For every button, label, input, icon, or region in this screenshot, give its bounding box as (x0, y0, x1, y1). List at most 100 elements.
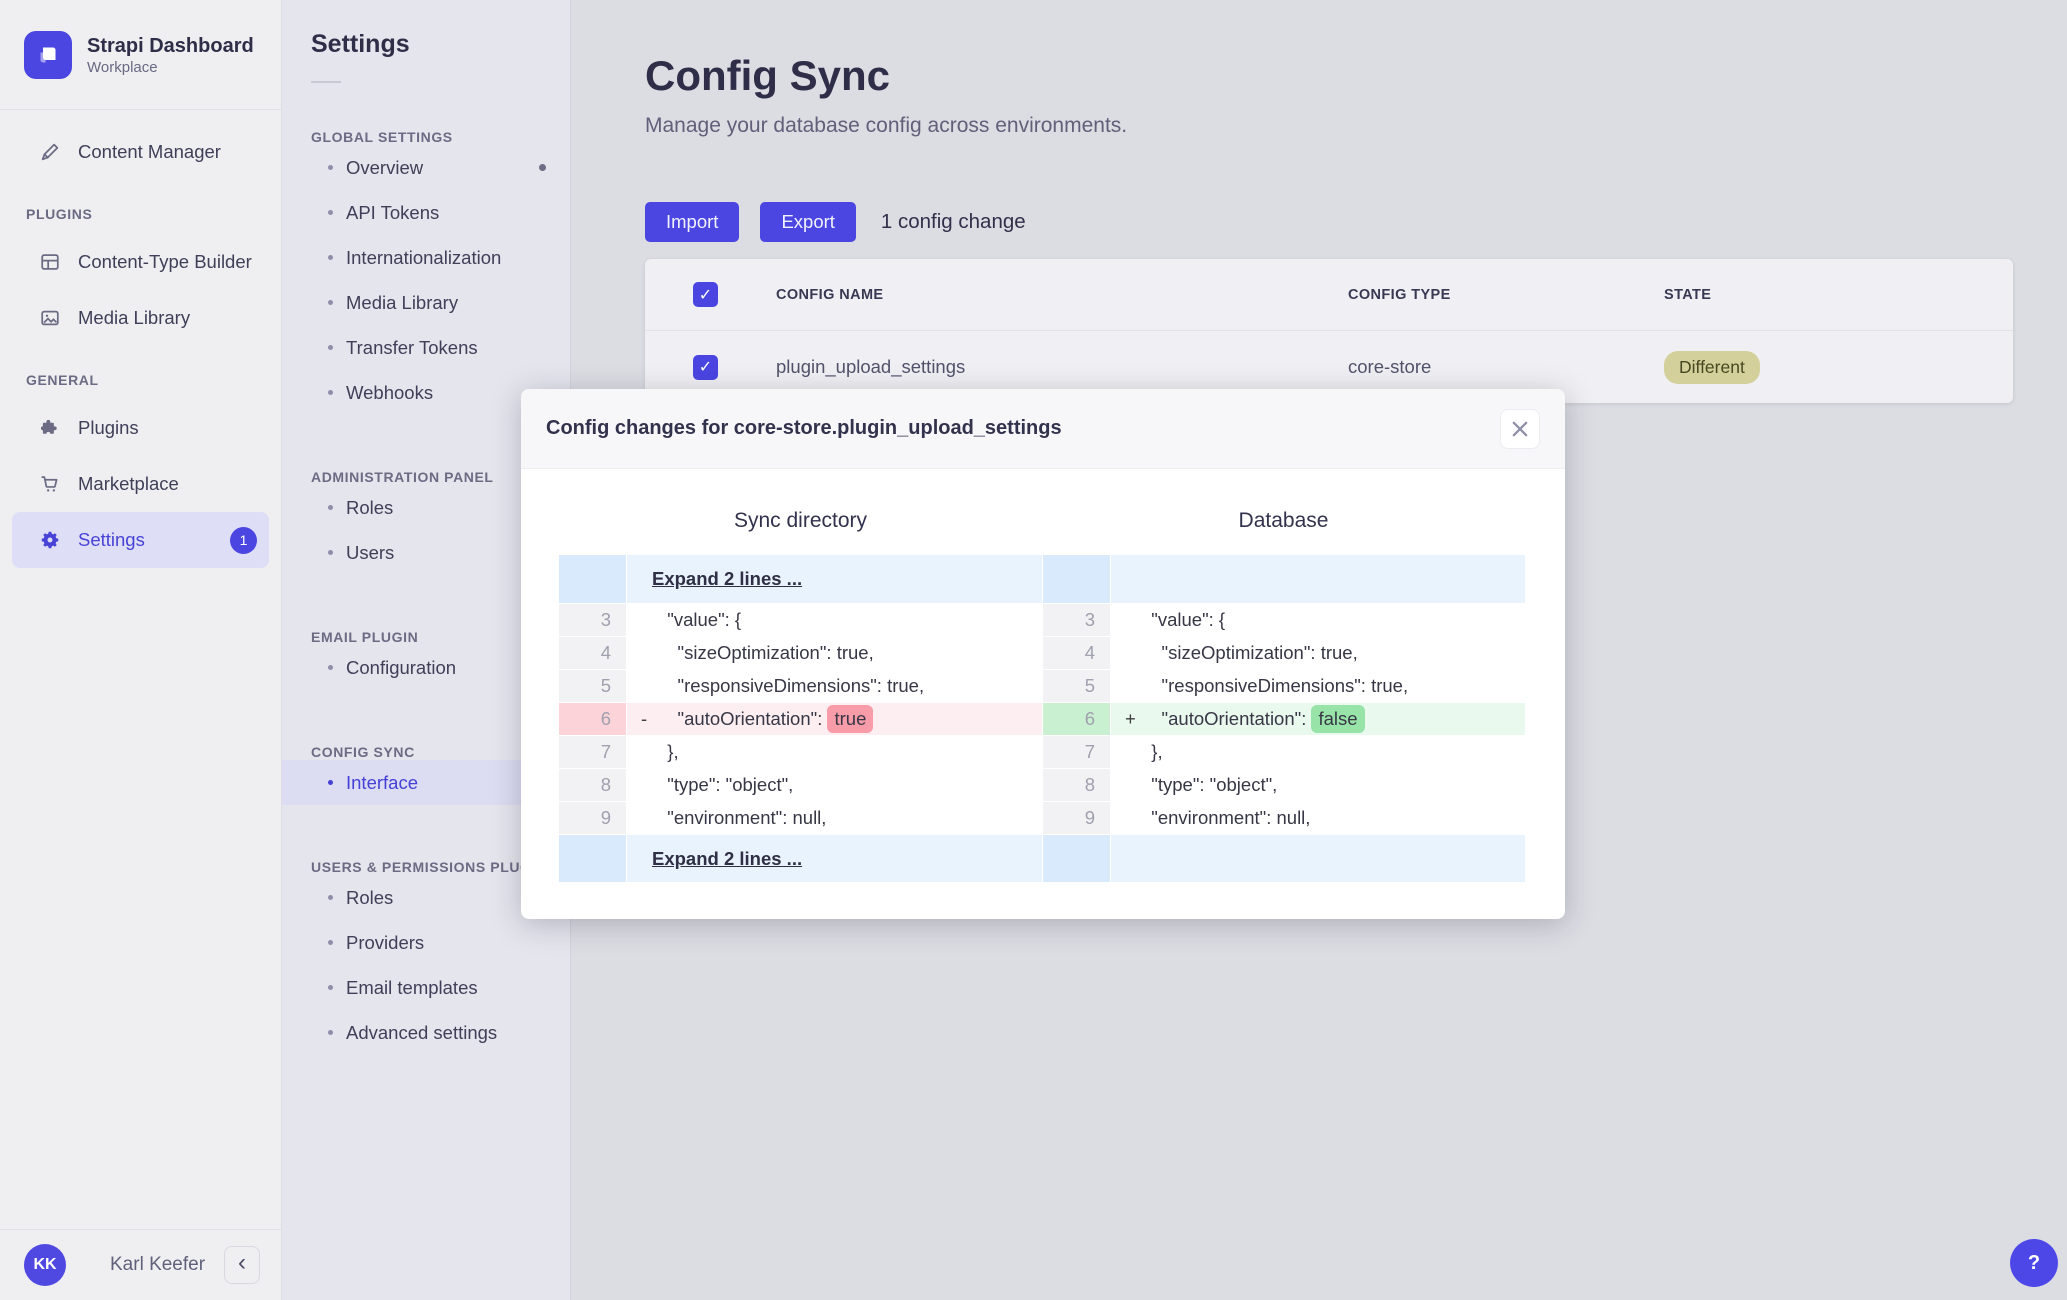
sidebar-item-label: Plugins (78, 417, 139, 438)
config-diff-modal: Config changes for core-store.plugin_upl… (521, 389, 1565, 919)
app-title: Strapi Dashboard (87, 34, 254, 57)
code-line: "type": "object", (1111, 769, 1525, 801)
database-pane: 3 "value": {4 "sizeOptimization": true, 5… (1042, 555, 1525, 882)
sidebar-item-media-library[interactable]: Media Library (12, 290, 269, 346)
line-number: 4 (1043, 637, 1111, 669)
select-all-checkbox[interactable]: ✓ (693, 282, 718, 307)
plugins-icon (38, 416, 62, 440)
sidebar-item-label: Content-Type Builder (78, 251, 252, 272)
subnav-item-providers[interactable]: Providers (282, 920, 570, 965)
collapse-sidebar-button[interactable]: ‹ (224, 1246, 260, 1284)
diff-gutter (1043, 835, 1111, 882)
subnav-item-email-templates[interactable]: Email templates (282, 965, 570, 1010)
diff-marker: + (1125, 708, 1136, 729)
content-type-builder-icon (38, 250, 62, 274)
import-button[interactable]: Import (645, 202, 740, 242)
modal-header: Config changes for core-store.plugin_upl… (521, 389, 1565, 469)
bullet-icon (328, 210, 333, 215)
code-text: "sizeOptimization": true, (657, 642, 874, 663)
status-badge: Different (1664, 350, 1760, 384)
sync-directory-title: Sync directory (733, 509, 868, 532)
diff-gutter (559, 555, 627, 603)
code-text: "value": { (1141, 609, 1226, 630)
bullet-icon (328, 255, 333, 260)
diff-expand-cell: Expand 2 lines ... (627, 835, 1042, 882)
bullet-icon (328, 895, 333, 900)
subnav-item-label: Webhooks (346, 381, 434, 403)
diff-expand-row: Expand 2 lines ... (559, 834, 1042, 882)
code-line: "sizeOptimization": true, (1111, 637, 1525, 669)
sidebar-item-label: Media Library (78, 307, 191, 328)
subnav-item-label: API Tokens (346, 201, 440, 223)
nav-section-label: GENERAL (26, 372, 99, 388)
sidebar-item-content-manager[interactable]: Content Manager (12, 124, 269, 180)
changed-word: true (827, 705, 874, 733)
close-icon[interactable] (1500, 408, 1540, 449)
diff-line: 9 "environment": null, (1043, 801, 1525, 834)
subnav-item-overview[interactable]: Overview (282, 145, 570, 190)
avatar[interactable]: KK (24, 1244, 66, 1286)
diff-line: 9 "environment": null, (559, 801, 1042, 834)
sidebar-item-content-type-builder[interactable]: Content-Type Builder (12, 234, 269, 290)
help-button[interactable]: ? (2010, 1239, 2058, 1287)
sidebar-item-marketplace[interactable]: Marketplace (12, 456, 269, 512)
page-title: Config Sync (645, 52, 891, 99)
line-number: 3 (1043, 604, 1111, 636)
content-manager-icon (38, 140, 62, 164)
subnav-item-transfer-tokens[interactable]: Transfer Tokens (282, 325, 570, 370)
change-count-text: 1 config change (880, 210, 1026, 233)
sidebar-item-plugins[interactable]: Plugins (12, 400, 269, 456)
code-line: "responsiveDimensions": true, (1111, 670, 1525, 702)
notification-dot-icon (539, 164, 546, 171)
row-checkbox[interactable]: ✓ (693, 354, 718, 380)
diff-line: 8 "type": "object", (1043, 768, 1525, 801)
notification-badge: 1 (230, 526, 257, 554)
subnav-item-media-library[interactable]: Media Library (282, 280, 570, 325)
subnav-title: Settings (311, 30, 410, 58)
subnav-item-label: Providers (346, 931, 425, 953)
bullet-icon (328, 345, 333, 350)
diff-line: 3 "value": { (559, 603, 1042, 636)
sidebar-item-label: Marketplace (78, 473, 179, 494)
code-line: "environment": null, (627, 802, 1042, 834)
expand-lines-link[interactable]: Expand 2 lines ... (627, 848, 802, 870)
code-line: "type": "object", (627, 769, 1042, 801)
column-header-config-type: CONFIG TYPE (1348, 286, 1451, 303)
changed-word: false (1311, 705, 1365, 733)
export-button[interactable]: Export (760, 202, 856, 242)
expand-lines-link[interactable]: Expand 2 lines ... (627, 568, 802, 590)
settings-gear-icon (38, 528, 62, 552)
subnav-item-advanced-settings[interactable]: Advanced settings (282, 1010, 570, 1055)
code-text: }, (1141, 741, 1163, 762)
check-icon: ✓ (698, 359, 713, 376)
diff-expand-row (1043, 555, 1525, 603)
code-text: "responsiveDimensions": true, (657, 675, 925, 696)
nav-section-label: PLUGINS (26, 206, 93, 222)
code-text: "type": "object", (657, 774, 794, 795)
diff-line: 8 "type": "object", (559, 768, 1042, 801)
sidebar-item-settings[interactable]: Settings 1 (12, 512, 269, 568)
bullet-icon (328, 665, 333, 670)
code-line: "responsiveDimensions": true, (627, 670, 1042, 702)
diff-view: Expand 2 lines ... 3 "value": {4 "sizeOpt… (559, 555, 1527, 882)
subnav-section-label: GLOBAL SETTINGS (311, 129, 453, 145)
user-footer: KK Karl Keefer ‹ (0, 1229, 281, 1300)
subnav-item-api-tokens[interactable]: API Tokens (282, 190, 570, 235)
code-line: "sizeOptimization": true, (627, 637, 1042, 669)
subnav-item-label: Configuration (346, 656, 457, 678)
cell-config-name[interactable]: plugin_upload_settings (776, 356, 1348, 378)
subnav-item-label: Email templates (346, 976, 478, 998)
code-text: "autoOrientation": (657, 708, 828, 729)
subnav-item-label: Roles (346, 886, 394, 908)
subnav-item-internationalization[interactable]: Internationalization (282, 235, 570, 280)
bullet-icon (328, 780, 333, 785)
marketplace-icon (38, 472, 62, 496)
diff-expand-cell (1111, 555, 1525, 603)
toolbar: Import Export 1 config change (645, 202, 2067, 242)
subnav-item-label: Advanced settings (346, 1021, 498, 1043)
bullet-icon (328, 1030, 333, 1035)
line-number: 9 (559, 802, 627, 834)
line-number: 8 (1043, 769, 1111, 801)
config-table: ✓ CONFIG NAME CONFIG TYPE STATE ✓ plugin_… (645, 259, 2013, 403)
code-line: }, (1111, 736, 1525, 768)
